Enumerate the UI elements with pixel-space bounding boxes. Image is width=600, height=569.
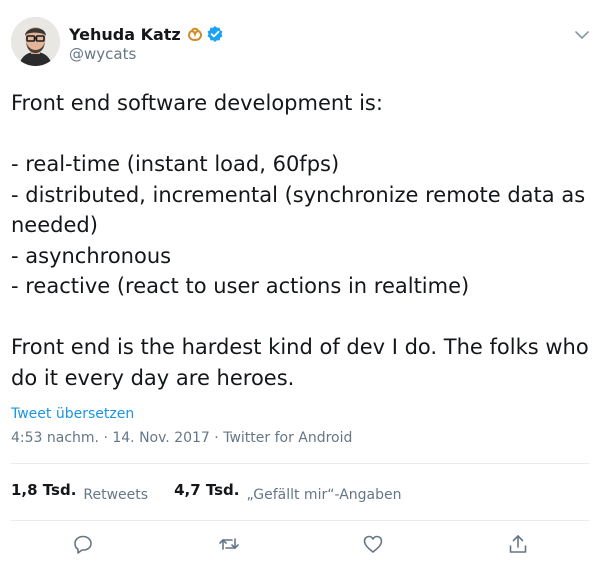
likes-label: „Gefällt mir“-Angaben — [246, 487, 402, 503]
divider — [11, 463, 589, 464]
tweet-source[interactable]: Twitter for Android — [223, 430, 352, 446]
user-handle[interactable]: @wycats — [69, 45, 224, 63]
tweet-date[interactable]: 14. Nov. 2017 — [112, 430, 209, 446]
translate-tweet-link[interactable]: Tweet übersetzen — [11, 406, 134, 422]
tweet-actions — [0, 530, 600, 562]
reply-icon[interactable] — [72, 533, 94, 555]
likes-count: 4,7 Tsd. — [174, 481, 240, 499]
tweet-meta: 4:53 nachm. · 14. Nov. 2017 · Twitter fo… — [11, 430, 352, 446]
share-icon[interactable] — [507, 533, 529, 555]
tweet-header: Yehuda Katz @wycats — [0, 0, 600, 80]
avatar-image — [11, 17, 60, 66]
tweet-text: Front end software development is: - rea… — [11, 91, 589, 390]
display-name-row: Yehuda Katz — [69, 24, 224, 44]
meta-separator: · — [99, 430, 113, 446]
like-icon[interactable] — [362, 533, 384, 555]
retweets-count: 1,8 Tsd. — [11, 481, 77, 499]
divider — [11, 520, 589, 521]
likes-stat[interactable]: 4,7 Tsd. „Gefällt mir“-Angaben — [174, 474, 401, 503]
chevron-down-icon[interactable] — [574, 26, 590, 39]
tweet-time[interactable]: 4:53 nachm. — [11, 430, 99, 446]
retweets-label: Retweets — [83, 487, 149, 503]
display-name[interactable]: Yehuda Katz — [69, 25, 181, 44]
avatar[interactable] — [11, 17, 60, 66]
user-names: Yehuda Katz @wycats — [69, 24, 224, 63]
meta-separator: · — [209, 430, 224, 446]
retweet-icon[interactable] — [218, 533, 240, 555]
pretzel-icon — [187, 26, 203, 42]
verified-badge-icon — [206, 25, 224, 43]
retweets-stat[interactable]: 1,8 Tsd. Retweets — [11, 474, 148, 503]
tweet-stats: 1,8 Tsd. Retweets 4,7 Tsd. „Gefällt mir“… — [11, 474, 424, 514]
